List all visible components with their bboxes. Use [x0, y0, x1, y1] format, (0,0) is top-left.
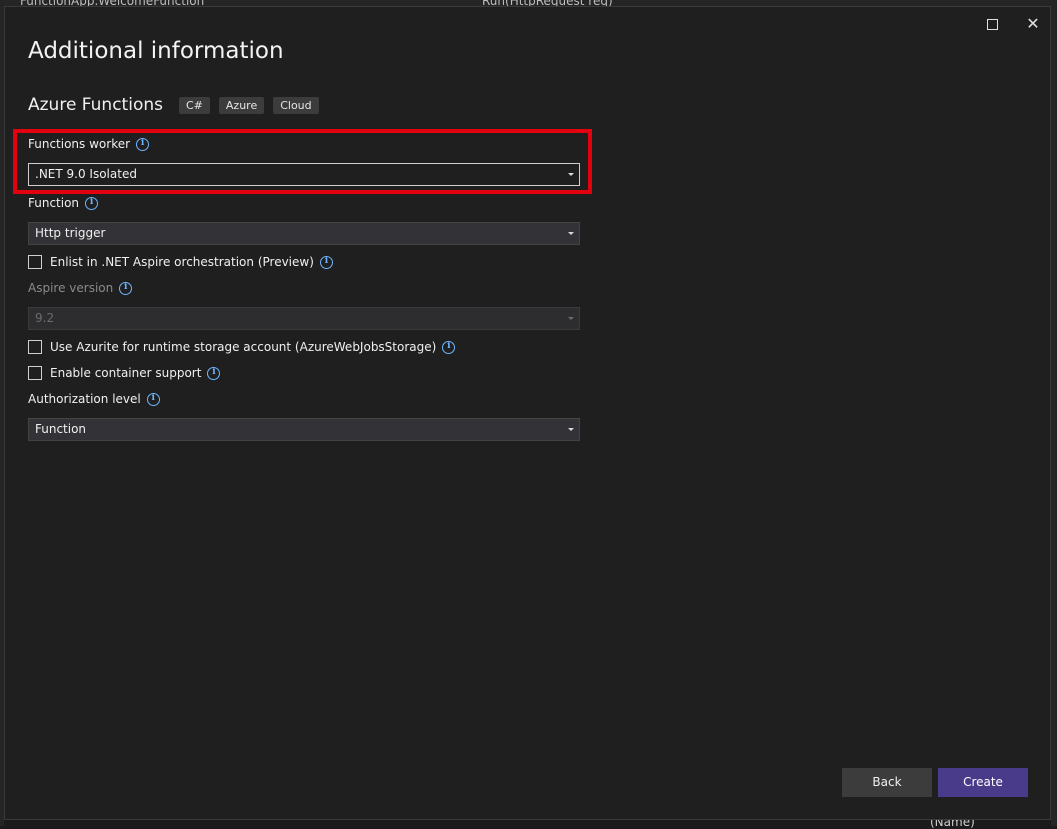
chevron-down-icon [568, 317, 574, 320]
authorization-level-label: Authorization level [28, 392, 160, 406]
create-button[interactable]: Create [938, 768, 1028, 797]
close-icon: ✕ [1026, 14, 1040, 33]
maximize-button[interactable] [982, 14, 1002, 34]
back-button[interactable]: Back [842, 768, 932, 797]
info-icon[interactable] [319, 255, 333, 269]
authorization-level-select[interactable]: Function [28, 418, 580, 441]
info-icon[interactable] [119, 281, 133, 295]
tag-csharp: C# [178, 96, 210, 114]
tag-cloud: Cloud [273, 96, 319, 114]
function-value: Http trigger [35, 226, 106, 240]
additional-information-dialog: ✕ Additional information Azure Functions… [4, 6, 1051, 820]
aspire-enlist-label: Enlist in .NET Aspire orchestration (Pre… [50, 255, 314, 269]
authorization-level-value: Function [35, 422, 87, 436]
container-support-checkbox-row[interactable]: Enable container support [28, 366, 221, 380]
info-icon[interactable] [146, 392, 160, 406]
page-title: Additional information [28, 38, 284, 64]
function-label: Function [28, 196, 99, 210]
aspire-version-select: 9.2 [28, 307, 580, 330]
aspire-enlist-checkbox[interactable] [28, 255, 42, 269]
aspire-version-value: 9.2 [35, 311, 55, 325]
project-template-name: Azure Functions [28, 95, 163, 115]
info-icon[interactable] [442, 340, 456, 354]
aspire-version-label-text: Aspire version [28, 281, 114, 295]
azurite-checkbox-row[interactable]: Use Azurite for runtime storage account … [28, 340, 456, 354]
function-label-text: Function [28, 196, 80, 210]
function-select[interactable]: Http trigger [28, 222, 580, 245]
maximize-icon [986, 19, 998, 30]
close-button[interactable]: ✕ [1023, 14, 1043, 34]
info-icon[interactable] [207, 366, 221, 380]
highlight-box [13, 129, 592, 194]
info-icon[interactable] [85, 196, 99, 210]
chevron-down-icon [568, 428, 574, 431]
aspire-version-label: Aspire version [28, 281, 133, 295]
container-support-checkbox[interactable] [28, 366, 42, 380]
tag-azure: Azure [218, 96, 265, 114]
ide-right-edge [1051, 8, 1057, 826]
container-support-label: Enable container support [50, 366, 202, 380]
chevron-down-icon [568, 232, 574, 235]
project-template-header: Azure Functions C# Azure Cloud [28, 95, 328, 115]
aspire-enlist-checkbox-row[interactable]: Enlist in .NET Aspire orchestration (Pre… [28, 255, 333, 269]
azurite-label: Use Azurite for runtime storage account … [50, 340, 437, 354]
authorization-level-label-text: Authorization level [28, 392, 141, 406]
azurite-checkbox[interactable] [28, 340, 42, 354]
